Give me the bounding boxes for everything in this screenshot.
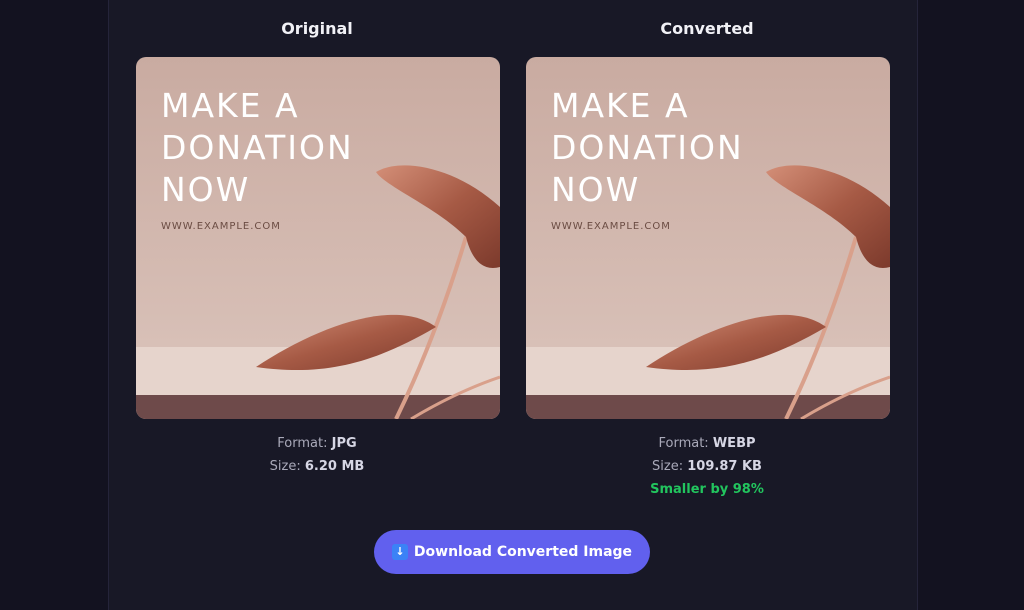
size-label: Size: [269, 459, 301, 474]
original-meta: Format: JPG Size: 6.20 MB [135, 432, 499, 478]
poster-url: WWW.EXAMPLE.COM [551, 221, 671, 232]
original-format: Format: JPG [135, 432, 499, 455]
format-label: Format: [277, 436, 328, 451]
download-label: Download Converted Image [413, 544, 633, 560]
format-label: Format: [658, 436, 709, 451]
converted-meta: Format: WEBP Size: 109.87 KB Smaller by … [525, 432, 889, 501]
original-image: MAKE A DONATION NOW WWW.EXAMPLE.COM [136, 57, 500, 419]
poster-headline: MAKE A DONATION NOW [551, 86, 744, 209]
download-converted-button[interactable]: ↓ Download Converted Image [374, 530, 650, 574]
download-arrow-icon: ↓ [391, 544, 408, 560]
converted-format: Format: WEBP [525, 432, 889, 455]
format-value: WEBP [712, 436, 756, 451]
original-size: Size: 6.20 MB [135, 455, 499, 478]
size-saving-badge: Smaller by 98% [650, 482, 764, 497]
poster-url: WWW.EXAMPLE.COM [161, 221, 281, 232]
format-value: JPG [331, 436, 357, 451]
poster-headline: MAKE A DONATION NOW [161, 86, 354, 209]
converted-heading: Converted [660, 19, 754, 38]
converted-size: Size: 109.87 KB [525, 455, 889, 478]
size-label: Size: [652, 459, 684, 474]
size-value: 6.20 MB [304, 459, 365, 474]
original-heading: Original [281, 19, 353, 38]
size-value: 109.87 KB [687, 459, 762, 474]
converted-image: MAKE A DONATION NOW WWW.EXAMPLE.COM [526, 57, 890, 419]
